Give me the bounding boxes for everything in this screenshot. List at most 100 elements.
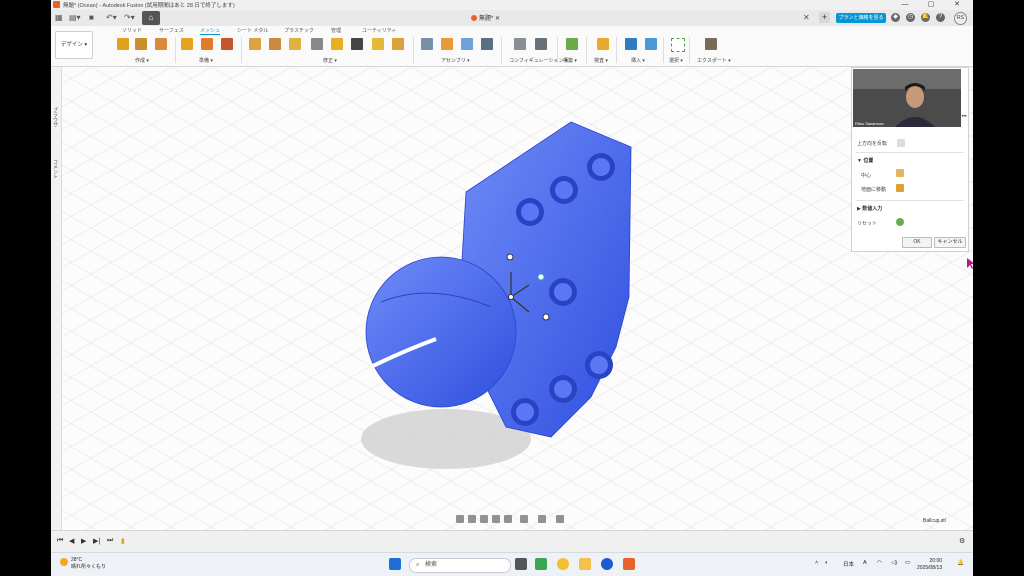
browser-label[interactable]: ブラウザ <box>52 107 59 127</box>
workspace-switcher[interactable]: デザイン ▾ <box>55 31 93 59</box>
reverse-normal-icon[interactable] <box>269 38 281 50</box>
save-icon[interactable]: ■ <box>89 13 94 23</box>
tray-language[interactable]: 日本 <box>843 560 854 568</box>
tab-surface[interactable]: サーフェス <box>159 27 184 34</box>
flip-up-icon[interactable] <box>897 139 905 147</box>
extensions-icon[interactable]: ◆ <box>891 13 900 22</box>
tray-app-icon[interactable]: ◐ <box>825 560 828 566</box>
zoom-icon[interactable] <box>492 515 500 523</box>
center-icon[interactable] <box>896 169 904 177</box>
measure-icon[interactable] <box>597 38 609 50</box>
position-header[interactable]: ▼ 位置 <box>857 157 873 164</box>
tray-chevron-icon[interactable]: ˄ <box>815 560 818 566</box>
configuration-table-icon[interactable] <box>535 38 547 50</box>
minimize-button[interactable]: — <box>893 0 917 10</box>
tab-sheet-metal[interactable]: シート メタル <box>237 27 268 34</box>
scale-mesh-icon[interactable] <box>372 38 384 50</box>
insert-derive-icon[interactable] <box>625 38 637 50</box>
export-icon[interactable] <box>705 38 717 50</box>
notifications-icon[interactable]: 🔔 <box>921 13 930 22</box>
group-select[interactable]: 選択 ▾ <box>669 57 683 64</box>
remesh-icon[interactable] <box>221 38 233 50</box>
as-built-joint-icon[interactable] <box>461 38 473 50</box>
user-avatar[interactable]: RS <box>954 12 967 25</box>
modify-more-icon[interactable] <box>392 38 404 50</box>
step-forward-icon[interactable]: ▶| <box>93 537 100 545</box>
job-status-icon[interactable]: ◷ <box>906 13 915 22</box>
repair-icon[interactable] <box>201 38 213 50</box>
battery-icon[interactable]: ▭ <box>905 560 910 566</box>
document-tab[interactable]: 無題* ✕ <box>471 13 500 22</box>
close-button[interactable]: ✕ <box>945 0 969 10</box>
orbit-icon[interactable] <box>456 515 464 523</box>
line-app-icon[interactable] <box>535 558 547 570</box>
clock[interactable]: 20:00 2025/08/13 <box>917 558 942 572</box>
fit-icon[interactable] <box>504 515 512 523</box>
group-assemble[interactable]: アセンブリ ▾ <box>441 57 470 64</box>
look-at-icon[interactable] <box>468 515 476 523</box>
help-icon[interactable]: ? <box>936 13 945 22</box>
group-configure[interactable]: コンフィギュレーション ▾ <box>509 57 567 64</box>
speaker-icon[interactable]: ◁) <box>891 560 897 566</box>
joint-origin-icon[interactable] <box>481 38 493 50</box>
browser-strip[interactable]: ブラウザ コメント <box>51 67 62 530</box>
group-prepare[interactable]: 準備 ▾ <box>199 57 213 64</box>
tab-solid[interactable]: ソリッド <box>122 27 142 34</box>
group-export[interactable]: エクスポート ▾ <box>697 57 731 64</box>
display-settings-icon[interactable] <box>520 515 528 523</box>
file-menu-icon[interactable]: ▤▾ <box>69 13 81 23</box>
viewports-icon[interactable] <box>556 515 564 523</box>
new-tab-button[interactable]: + <box>819 12 830 23</box>
panel-collapse-icon[interactable]: ▸▸ <box>962 113 967 119</box>
home-button[interactable]: ⌂ <box>142 11 160 25</box>
ok-button[interactable]: OK <box>902 237 932 248</box>
grid-menu-icon[interactable]: ▦ <box>55 13 63 23</box>
move-to-ground-icon[interactable] <box>896 184 904 192</box>
new-component-icon[interactable] <box>421 38 433 50</box>
task-view-icon[interactable] <box>515 558 527 570</box>
group-insert[interactable]: 挿入 ▾ <box>631 57 645 64</box>
ime-icon[interactable]: A <box>863 560 867 566</box>
go-to-start-icon[interactable]: ⏮ <box>57 537 63 545</box>
combine-icon[interactable] <box>311 38 323 50</box>
reset-icon[interactable] <box>896 218 904 226</box>
plans-pricing-button[interactable]: プランと価格を見る <box>836 13 886 23</box>
comments-label[interactable]: コメント <box>52 159 59 179</box>
cancel-button[interactable]: キャンセル <box>934 237 966 248</box>
weather-widget[interactable]: 28°C 晴れ所々くもり <box>60 557 106 571</box>
insert-canvas-icon[interactable] <box>645 38 657 50</box>
timeline-feature-icon[interactable]: ▮ <box>121 537 125 545</box>
tab-manage[interactable]: 管理 <box>331 27 341 34</box>
grid-settings-icon[interactable] <box>538 515 546 523</box>
3d-viewport[interactable] <box>51 67 973 530</box>
mesh-section-icon[interactable] <box>135 38 147 50</box>
undo-icon[interactable]: ↶▾ <box>106 13 117 23</box>
fusion-taskbar-icon[interactable] <box>623 558 635 570</box>
tab-utilities[interactable]: ユーティリティ <box>362 27 396 34</box>
group-construct[interactable]: 構築 ▾ <box>563 57 577 64</box>
group-create[interactable]: 作成 ▾ <box>135 57 149 64</box>
move-copy-icon[interactable] <box>351 38 363 50</box>
joint-icon[interactable] <box>441 38 453 50</box>
file-explorer-icon[interactable] <box>579 558 591 570</box>
maximize-button[interactable]: ▢ <box>919 0 943 10</box>
zoom-app-icon[interactable] <box>601 558 613 570</box>
pan-icon[interactable] <box>480 515 488 523</box>
play-icon[interactable]: ▶ <box>81 537 86 545</box>
group-inspect[interactable]: 検査 ▾ <box>594 57 608 64</box>
group-modify[interactable]: 修正 ▾ <box>323 57 337 64</box>
select-icon[interactable] <box>671 38 685 52</box>
generate-face-groups-icon[interactable] <box>181 38 193 50</box>
configure-icon[interactable] <box>514 38 526 50</box>
go-to-end-icon[interactable]: ⏭ <box>107 537 113 545</box>
erase-and-fill-icon[interactable] <box>289 38 301 50</box>
chrome-icon[interactable] <box>557 558 569 570</box>
smooth-icon[interactable] <box>331 38 343 50</box>
tab-close-icon[interactable]: ✕ <box>803 13 810 23</box>
tab-plastic[interactable]: プラスチック <box>284 27 314 34</box>
timeline-settings-icon[interactable]: ⚙ <box>959 537 965 545</box>
step-back-icon[interactable]: ◀ <box>69 537 74 545</box>
wifi-icon[interactable]: ◠ <box>877 560 882 566</box>
create-face-group-icon[interactable] <box>155 38 167 50</box>
taskbar-search[interactable]: ⌕ 検索 <box>409 558 511 573</box>
